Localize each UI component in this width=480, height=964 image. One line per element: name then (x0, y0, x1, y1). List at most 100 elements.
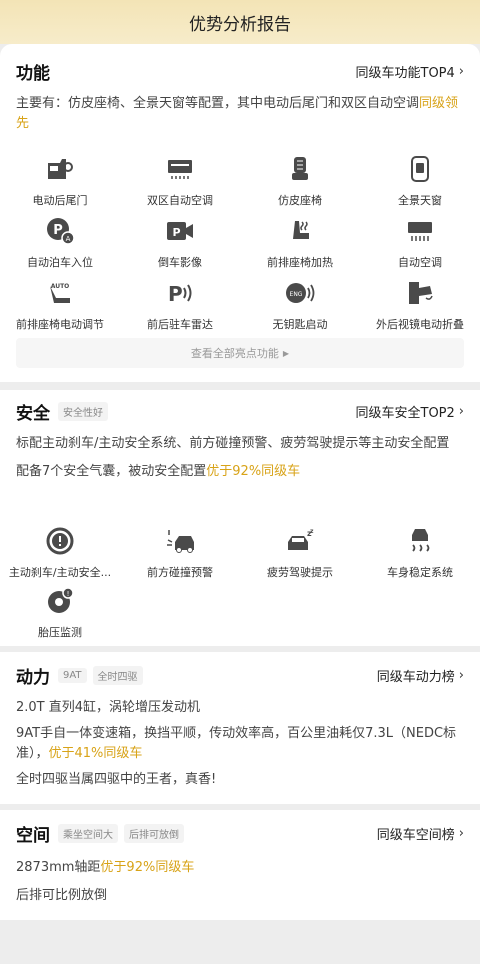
feature-item[interactable]: P 倒车影像 (120, 216, 240, 278)
safety-label: 胎压监测 (38, 626, 82, 639)
feature-label: 前排座椅电动调节 (16, 318, 104, 331)
tailgate-icon (45, 154, 75, 184)
safety-card: 安全 安全性好 同级车安全TOP2 › 标配主动刹车/主动安全系统、前方碰撞预警… (0, 390, 480, 646)
stability-icon (405, 526, 435, 556)
svg-text:ENG: ENG (290, 291, 303, 298)
function-desc-text: 主要有：仿皮座椅、全景天窗等配置，其中电动后尾门和双区自动空调 (16, 96, 420, 111)
space-rank-link[interactable]: 同级车空间榜 › (377, 824, 464, 843)
power-title: 动力 (16, 667, 50, 688)
power-line1: 2.0T 直列4缸，涡轮增压发动机 (16, 700, 201, 715)
chevron-right-icon: › (458, 63, 464, 79)
feature-item[interactable]: AUTO 前排座椅电动调节 (0, 278, 120, 340)
space-line1: 2873mm轴距优于92%同级车 (16, 858, 464, 878)
space-card: 空间 乘坐空间大 后排可放倒 同级车空间榜 › 2873mm轴距优于92%同级车… (0, 810, 480, 920)
space-description: 2873mm轴距优于92%同级车 后排可比例放倒 (16, 858, 464, 906)
feature-label: 自动泊车入位 (27, 256, 93, 269)
function-rank-link[interactable]: 同级车功能TOP4 › (356, 62, 465, 81)
feature-label: 无钥匙启动 (272, 318, 328, 331)
power-tag: 9AT (58, 667, 87, 683)
power-line2: 9AT手自一体变速箱，换挡平顺，传动效率高，百公里油耗仅7.3L（NEDC标准）… (16, 724, 464, 764)
safety-desc-line1: 标配主动刹车/主动安全系统、前方碰撞预警、疲劳驾驶提示等主动安全配置 (16, 436, 450, 451)
power-card: 动力 9AT 全时四驱 同级车动力榜 › 2.0T 直列4缸，涡轮增压发动机 9… (0, 652, 480, 804)
safety-tag: 安全性好 (58, 401, 108, 421)
safety-item[interactable]: ! 胎压监测 (0, 586, 120, 648)
safety-label: 主动刹车/主动安全... (8, 566, 112, 579)
safety-desc2-text: 配备7个安全气囊，被动安全配置 (16, 464, 207, 479)
space-line1-highlight: 优于92%同级车 (100, 860, 195, 875)
safety-item[interactable]: zz 疲劳驾驶提示 (240, 526, 360, 588)
feature-label: 电动后尾门 (32, 194, 88, 207)
feature-label: 前后驻车雷达 (147, 318, 213, 331)
safety-item[interactable]: 主动刹车/主动安全... (0, 526, 120, 588)
power-line2-highlight: 优于41%同级车 (48, 746, 143, 761)
power-rank-link[interactable]: 同级车动力榜 › (377, 666, 464, 685)
feature-item[interactable]: 自动空调 (360, 216, 480, 278)
space-line1-text: 2873mm轴距 (16, 860, 101, 875)
power-header: 动力 9AT 全时四驱 同级车动力榜 › (16, 662, 464, 688)
svg-text:AUTO: AUTO (51, 283, 70, 290)
seat-heat-icon (285, 216, 315, 246)
function-header: 功能 同级车功能TOP4 › (16, 58, 464, 84)
feature-label: 仿皮座椅 (278, 194, 322, 207)
power-line3: 全时四驱当属四驱中的王者，真香! (16, 772, 217, 787)
safety-title: 安全 (16, 403, 50, 424)
dual-ac-icon (165, 154, 195, 184)
feature-item[interactable]: 外后视镜电动折叠 (360, 278, 480, 340)
feature-item[interactable]: 电动后尾门 (0, 154, 120, 216)
feature-label: 双区自动空调 (147, 194, 213, 207)
feature-item[interactable]: PA 自动泊车入位 (0, 216, 120, 278)
space-tag: 后排可放倒 (124, 823, 184, 843)
feature-label: 倒车影像 (158, 256, 202, 269)
tire-pressure-icon: ! (45, 586, 75, 616)
seat-adjust-icon: AUTO (45, 278, 75, 308)
space-rank-label: 同级车空间榜 (376, 827, 455, 843)
safety-item[interactable]: 车身稳定系统 (360, 526, 480, 588)
page-title: 优势分析报告 (189, 14, 291, 35)
chevron-right-icon: › (458, 403, 464, 419)
space-title: 空间 (16, 825, 50, 846)
safety-description: 标配主动刹车/主动安全系统、前方碰撞预警、疲劳驾驶提示等主动安全配置 配备7个安… (16, 434, 464, 482)
space-header: 空间 乘坐空间大 后排可放倒 同级车空间榜 › (16, 820, 464, 846)
feature-item[interactable]: 双区自动空调 (120, 154, 240, 216)
mirror-fold-icon (405, 278, 435, 308)
safety-label: 前方碰撞预警 (147, 566, 213, 579)
leather-seat-icon (285, 154, 315, 184)
svg-text:z: z (310, 528, 314, 535)
power-rank-label: 同级车动力榜 (376, 669, 455, 685)
function-rank-label: 同级车功能TOP4 (355, 65, 455, 81)
function-title: 功能 (16, 63, 50, 84)
space-line2: 后排可比例放倒 (16, 888, 108, 903)
feature-label: 外后视镜电动折叠 (376, 318, 464, 331)
parking-radar-icon: P (165, 278, 195, 308)
feature-item[interactable]: 前排座椅加热 (240, 216, 360, 278)
feature-item[interactable]: 仿皮座椅 (240, 154, 360, 216)
fatigue-icon: zz (285, 526, 315, 556)
chevron-right-icon: › (458, 825, 464, 841)
safety-desc2-highlight: 优于92%同级车 (206, 464, 301, 479)
svg-text:P: P (168, 282, 183, 306)
feature-label: 自动空调 (398, 256, 442, 269)
page-header: 优势分析报告 (0, 0, 480, 44)
view-all-features-button[interactable]: 查看全部亮点功能 ▶ (16, 338, 464, 368)
safety-header: 安全 安全性好 同级车安全TOP2 › (16, 398, 464, 424)
sunroof-icon (405, 154, 435, 184)
power-description: 2.0T 直列4缸，涡轮增压发动机 9AT手自一体变速箱，换挡平顺，传动效率高，… (16, 698, 464, 790)
feature-label: 前排座椅加热 (267, 256, 333, 269)
collision-warning-icon (165, 526, 195, 556)
space-tag: 乘坐空间大 (58, 823, 118, 843)
safety-item[interactable]: 前方碰撞预警 (120, 526, 240, 588)
safety-desc-line2: 配备7个安全气囊，被动安全配置优于92%同级车 (16, 462, 464, 482)
feature-item[interactable]: ENG 无钥匙启动 (240, 278, 360, 340)
safety-rank-link[interactable]: 同级车安全TOP2 › (356, 402, 465, 421)
view-all-label: 查看全部亮点功能 (190, 347, 279, 360)
svg-text:!: ! (67, 590, 70, 598)
auto-ac-icon (405, 216, 435, 246)
feature-item[interactable]: 全景天窗 (360, 154, 480, 216)
keyless-start-icon: ENG (285, 278, 315, 308)
feature-item[interactable]: P 前后驻车雷达 (120, 278, 240, 340)
reverse-camera-icon: P (165, 216, 195, 246)
svg-text:P: P (172, 226, 180, 239)
auto-park-icon: PA (45, 216, 75, 246)
safety-label: 车身稳定系统 (387, 566, 453, 579)
active-brake-icon (45, 526, 75, 556)
